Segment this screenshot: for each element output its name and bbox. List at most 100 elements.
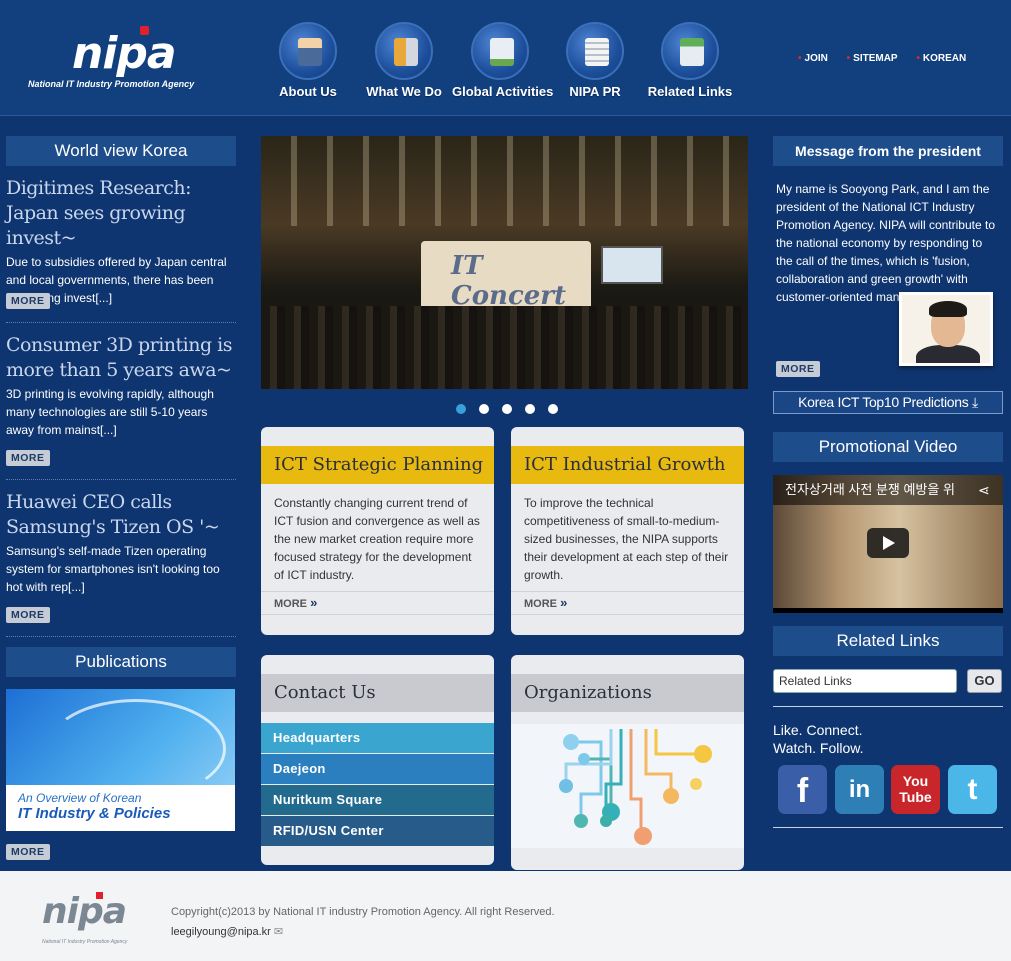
cover-line-1: An Overview of Korean — [18, 791, 142, 805]
publications-heading: Publications — [6, 647, 236, 677]
card-ict-industrial-growth: ICT Industrial Growth To improve the tec… — [511, 427, 744, 635]
join-link[interactable]: • JOIN — [798, 53, 836, 64]
card-contact-us: Contact Us Headquarters Daejeon Nuritkum… — [261, 655, 494, 865]
president-more-button[interactable]: MORE — [776, 361, 820, 377]
organization-tree-graphic[interactable] — [511, 724, 744, 848]
contact-link-headquarters[interactable]: Headquarters — [261, 723, 494, 753]
contact-link-rfid-usn-center[interactable]: RFID/USN Center — [261, 816, 494, 846]
related-links-select[interactable]: Related Links — [773, 669, 957, 693]
related-links-heading: Related Links — [773, 626, 1003, 656]
facebook-icon[interactable]: f — [778, 765, 827, 814]
binder-icon — [375, 22, 433, 80]
card-more-link[interactable]: MORE » — [261, 591, 494, 615]
cover-title-box: An Overview of Korean IT Industry & Poli… — [6, 785, 235, 831]
ceiling-lights — [261, 136, 748, 226]
double-chevron-icon: » — [560, 595, 568, 610]
nav-label: About Us — [279, 84, 337, 99]
nav-nipa-pr[interactable]: NIPA PR — [547, 22, 643, 99]
video-title-bar: 전자상거래 사전 분쟁 예방을 위 — [773, 475, 1003, 505]
news-title[interactable]: Huawei CEO calls Samsung's Tizen OS '~ — [6, 490, 236, 540]
news-more-button[interactable]: MORE — [6, 450, 50, 466]
footer-logo-tagline: National IT Industry Promotion Agency — [42, 939, 128, 945]
contact-email[interactable]: leegilyoung@nipa.kr ✉ — [171, 925, 283, 938]
promotional-video-heading: Promotional Video — [773, 432, 1003, 462]
news-item: Digitimes Research: Japan sees growing i… — [6, 176, 236, 307]
divider — [6, 479, 236, 480]
promotional-video-player[interactable]: 전자상거래 사전 분쟁 예방을 위 ⋖ — [773, 475, 1003, 613]
news-title[interactable]: Digitimes Research: Japan sees growing i… — [6, 176, 236, 251]
logo-wordmark: nipa — [72, 28, 177, 79]
world-view-heading: World view Korea — [6, 136, 236, 166]
slideshow-pager — [456, 401, 571, 414]
play-icon — [883, 536, 895, 550]
korean-link[interactable]: • KOREAN — [916, 53, 974, 64]
share-icon[interactable]: ⋖ — [978, 482, 990, 499]
envelope-icon: ✉ — [273, 926, 284, 938]
publications-more-button[interactable]: MORE — [6, 844, 50, 860]
slide-dot-3[interactable] — [502, 404, 512, 414]
card-organizations: Organizations — [511, 655, 744, 870]
nav-label: What We Do — [366, 84, 442, 99]
bullet-icon: • — [798, 53, 802, 64]
korea-ict-predictions-download[interactable]: Korea ICT Top10 Predictions ⤓ — [773, 391, 1003, 414]
right-screen — [601, 246, 663, 284]
footer-logo[interactable]: nipa National IT Industry Promotion Agen… — [40, 891, 140, 951]
card-title[interactable]: ICT Strategic Planning — [261, 446, 494, 484]
play-button[interactable] — [867, 528, 909, 558]
nav-global-activities[interactable]: Global Activities — [452, 22, 554, 99]
audience — [261, 306, 748, 389]
double-chevron-icon: » — [310, 595, 318, 610]
slide-dot-5[interactable] — [548, 404, 558, 414]
sitemap-link[interactable]: • SITEMAP — [847, 53, 906, 64]
twitter-icon[interactable]: t — [948, 765, 997, 814]
nav-label: NIPA PR — [569, 84, 621, 99]
top-utility-links: • JOIN • SITEMAP • KOREAN — [798, 53, 982, 64]
card-more-link[interactable]: MORE » — [511, 591, 744, 615]
card-title: Contact Us — [261, 674, 494, 712]
social-tagline: Like. Connect. Watch. Follow. — [773, 722, 864, 756]
news-item: Consumer 3D printing is more than 5 year… — [6, 333, 236, 439]
nav-label: Global Activities — [452, 84, 554, 99]
youtube-icon[interactable]: You Tube — [891, 765, 940, 814]
nav-label: Related Links — [647, 84, 733, 99]
video-progress-bar[interactable] — [773, 608, 1003, 613]
card-body: To improve the technical competitiveness… — [524, 496, 729, 582]
publication-cover-image[interactable]: An Overview of Korean IT Industry & Poli… — [6, 689, 235, 831]
cover-arc-graphic — [46, 699, 226, 799]
contact-link-nuritkum-square[interactable]: Nuritkum Square — [261, 785, 494, 815]
circuit-tree-icon — [559, 729, 712, 845]
news-title[interactable]: Consumer 3D printing is more than 5 year… — [6, 333, 236, 383]
divider — [6, 322, 236, 323]
stage-backdrop: IT Concert — [421, 241, 591, 311]
footer-logo-wordmark: nipa — [42, 891, 127, 932]
news-desc: 3D printing is evolving rapidly, althoug… — [6, 387, 214, 437]
contact-link-daejeon[interactable]: Daejeon — [261, 754, 494, 784]
linkedin-icon[interactable]: in — [835, 765, 884, 814]
news-more-button[interactable]: MORE — [6, 607, 50, 623]
nav-about-us[interactable]: About Us — [260, 22, 356, 99]
nipa-logo[interactable]: nipa National IT Industry Promotion Agen… — [28, 26, 218, 98]
card-title[interactable]: ICT Industrial Growth — [511, 446, 744, 484]
news-more-button[interactable]: MORE — [6, 293, 50, 309]
news-item: Huawei CEO calls Samsung's Tizen OS '~ S… — [6, 490, 236, 596]
stage-text: IT Concert — [451, 251, 567, 311]
slide-dot-1[interactable] — [456, 404, 466, 414]
president-photo — [899, 292, 993, 366]
divider — [773, 827, 1003, 828]
go-button[interactable]: GO — [967, 669, 1002, 693]
card-body: Constantly changing current trend of ICT… — [274, 496, 480, 582]
nav-related-links[interactable]: Related Links — [642, 22, 738, 99]
bullet-icon: • — [846, 53, 851, 64]
copyright-text: Copyright(c)2013 by National IT industry… — [171, 906, 555, 918]
newspaper-icon — [566, 22, 624, 80]
computer-icon — [661, 22, 719, 80]
card-title[interactable]: Organizations — [511, 674, 744, 712]
slide-dot-4[interactable] — [525, 404, 535, 414]
site-header: nipa National IT Industry Promotion Agen… — [0, 0, 1011, 116]
nav-what-we-do[interactable]: What We Do — [356, 22, 452, 99]
hero-slideshow-image[interactable]: IT Concert — [261, 136, 748, 389]
slide-dot-2[interactable] — [479, 404, 489, 414]
hair-shape — [929, 301, 967, 317]
logo-dot — [140, 26, 149, 35]
logo-tagline: National IT Industry Promotion Agency — [28, 79, 195, 89]
